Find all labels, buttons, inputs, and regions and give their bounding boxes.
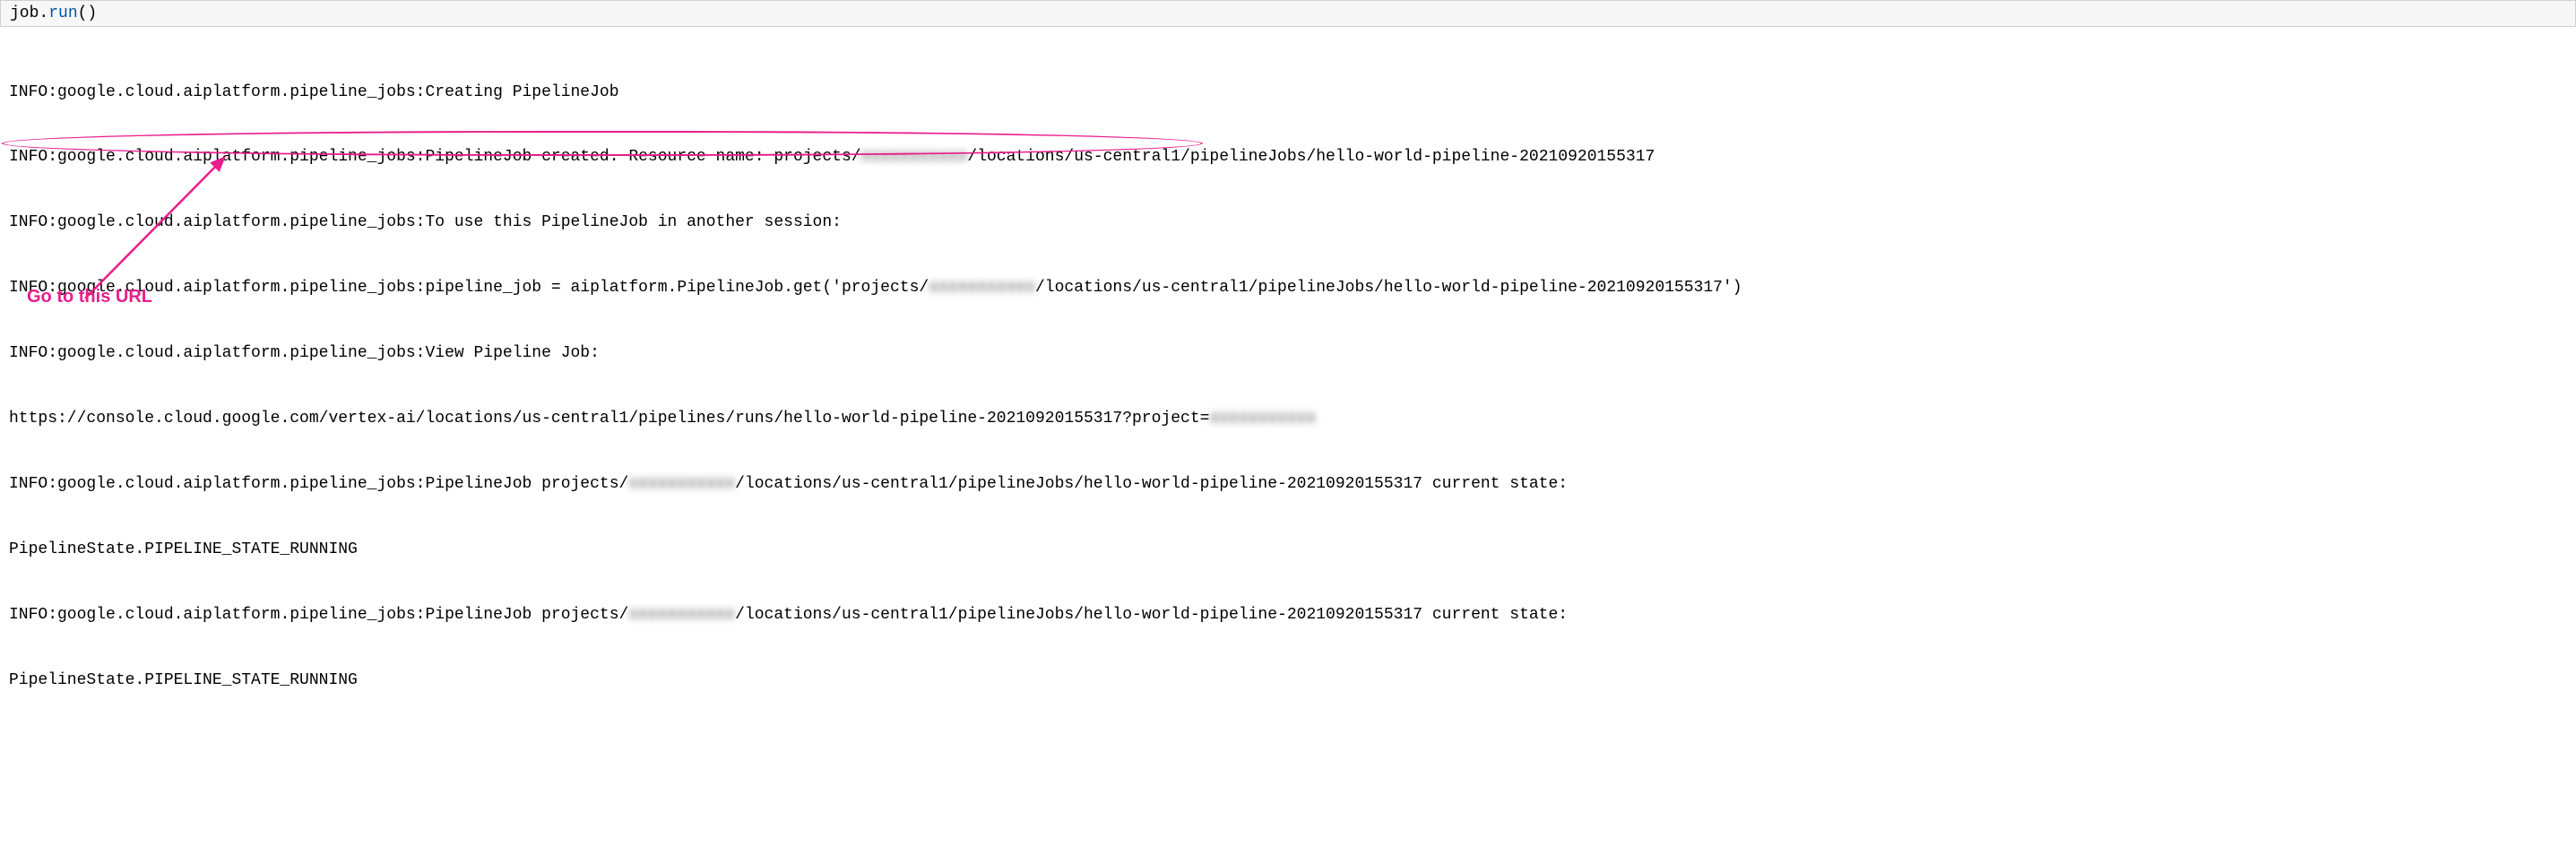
redacted-text: xxxxxxxxxxx	[861, 146, 968, 168]
code-parens: ()	[78, 4, 98, 22]
log-text: /locations/us-central1/pipelineJobs/hell…	[735, 475, 1568, 493]
log-line: INFO:google.cloud.aiplatform.pipeline_jo…	[9, 277, 2567, 298]
code-dot: .	[39, 4, 48, 22]
log-text: INFO:google.cloud.aiplatform.pipeline_jo…	[9, 475, 628, 493]
code-line: job.run()	[10, 4, 97, 22]
log-text: /locations/us-central1/pipelineJobs/hell…	[1035, 279, 1742, 297]
log-line-url: https://console.cloud.google.com/vertex-…	[9, 408, 2567, 429]
log-line: INFO:google.cloud.aiplatform.pipeline_jo…	[9, 146, 2567, 168]
redacted-text: xxxxxxxxxxx	[929, 277, 1035, 298]
log-url: https://console.cloud.google.com/vertex-…	[9, 410, 1209, 428]
code-output-cell: INFO:google.cloud.aiplatform.pipeline_jo…	[0, 34, 2576, 847]
log-line: PipelineState.PIPELINE_STATE_RUNNING	[9, 670, 2567, 691]
code-method: run	[48, 4, 77, 22]
log-line: INFO:google.cloud.aiplatform.pipeline_jo…	[9, 82, 2567, 103]
log-line: INFO:google.cloud.aiplatform.pipeline_jo…	[9, 212, 2567, 233]
log-text: INFO:google.cloud.aiplatform.pipeline_jo…	[9, 148, 861, 166]
log-line: INFO:google.cloud.aiplatform.pipeline_jo…	[9, 342, 2567, 364]
redacted-text: xxxxxxxxxxx	[628, 473, 735, 495]
log-text: /locations/us-central1/pipelineJobs/hell…	[735, 606, 1568, 624]
log-text: INFO:google.cloud.aiplatform.pipeline_jo…	[9, 606, 628, 624]
log-text: /locations/us-central1/pipelineJobs/hell…	[967, 148, 1655, 166]
annotation-label: Go to this URL	[27, 285, 152, 309]
log-line: PipelineState.PIPELINE_STATE_RUNNING	[9, 539, 2567, 560]
redacted-text: xxxxxxxxxxx	[628, 604, 735, 626]
log-line: INFO:google.cloud.aiplatform.pipeline_jo…	[9, 604, 2567, 626]
log-line: INFO:google.cloud.aiplatform.pipeline_jo…	[9, 473, 2567, 495]
redacted-text: xxxxxxxxxxx	[1209, 408, 1316, 429]
code-object: job	[10, 4, 39, 22]
code-input-cell[interactable]: job.run()	[0, 0, 2576, 27]
